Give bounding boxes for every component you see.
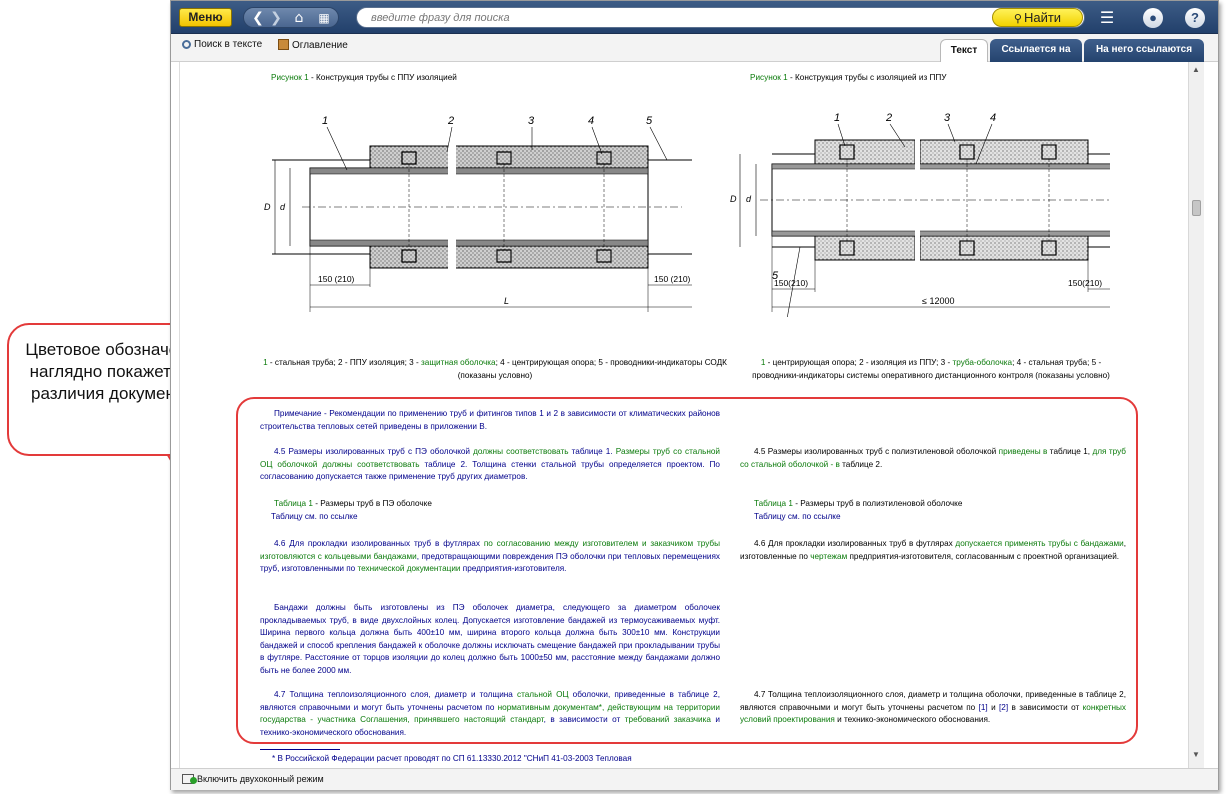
forward-icon[interactable]: ❯ <box>266 9 286 27</box>
contents-link[interactable]: Оглавление <box>278 39 348 51</box>
search-icon <box>182 40 191 49</box>
dual-window-plus-icon <box>190 777 197 784</box>
right-figure-caption: Рисунок 1 - Конструкция трубы с изоляцие… <box>750 73 947 82</box>
left-footnote: * В Российской Федерации расчет проводят… <box>272 754 632 763</box>
tab-text[interactable]: Текст <box>940 39 988 62</box>
menu-button[interactable]: Меню <box>179 8 232 27</box>
right-callout-4: 4 <box>990 112 996 124</box>
status-bar: Включить двухоконный режим <box>171 768 1218 790</box>
scroll-down-icon[interactable]: ▼ <box>1192 750 1200 759</box>
left-dim-150b: 150 (210) <box>654 274 691 284</box>
left-callout-2: 2 <box>447 115 454 127</box>
right-dim-12000: ≤ 12000 <box>922 296 954 306</box>
right-callout-1: 1 <box>834 112 840 124</box>
right-callout-3: 3 <box>944 112 951 124</box>
tab-referenced-by[interactable]: На него ссылаются <box>1084 39 1204 62</box>
help-icon[interactable]: ? <box>1185 8 1205 28</box>
magnifier-icon: ⚲ <box>1013 12 1022 25</box>
left-dim-d: d <box>280 202 286 212</box>
left-dim-150a: 150 (210) <box>318 274 355 284</box>
search-input[interactable] <box>371 11 971 25</box>
left-callout-1: 1 <box>322 115 328 127</box>
footnote-divider <box>260 749 340 750</box>
left-dim-D: D <box>264 202 271 212</box>
right-dim-150b: 150(210) <box>1068 278 1102 288</box>
book-icon <box>278 39 289 50</box>
highlight-frame <box>236 397 1138 744</box>
user-icon[interactable]: ● <box>1143 8 1163 28</box>
right-dim-D: D <box>730 194 737 204</box>
top-toolbar: Меню ❮ ❯ ⌂ ▦ ⚲Найти ☰ ● ? <box>171 1 1218 34</box>
right-legend: 1 - центрирующая опора; 2 - изоляция из … <box>752 358 1110 380</box>
back-icon[interactable]: ❮ <box>248 9 268 27</box>
search-in-text-label: Поиск в тексте <box>194 39 263 50</box>
right-callout-2: 2 <box>885 112 892 124</box>
left-figure-caption: Рисунок 1 - Конструкция трубы с ППУ изол… <box>271 73 457 82</box>
find-button[interactable]: ⚲ Найти <box>992 8 1083 27</box>
left-callout-3: 3 <box>528 115 535 127</box>
left-pipe-drawing: 1 2 3 4 5 D d 150 (210) 150 (210) L <box>264 115 692 312</box>
nav-cluster: ❮ ❯ ⌂ ▦ <box>243 7 339 28</box>
scroll-up-icon[interactable]: ▲ <box>1192 65 1200 74</box>
search-in-text-link[interactable]: Поиск в тексте <box>182 39 262 50</box>
left-callout-4: 4 <box>588 115 594 127</box>
vertical-scrollbar[interactable]: ▲ ▼ <box>1188 62 1204 768</box>
scrollbar-thumb[interactable] <box>1192 200 1201 216</box>
hamburger-icon[interactable]: ☰ <box>1096 8 1118 28</box>
left-callout-5: 5 <box>646 115 653 127</box>
grid-icon[interactable]: ▦ <box>314 9 334 27</box>
left-dim-L: L <box>504 296 509 306</box>
right-pipe-drawing: 1 2 3 4 5 D d 150(210) 150(210) ≤ 12000 <box>730 112 1110 317</box>
find-button-label: Найти <box>1023 10 1062 25</box>
contents-label: Оглавление <box>292 40 348 51</box>
search-box <box>356 7 1085 28</box>
dual-window-toggle[interactable]: Включить двухоконный режим <box>197 774 324 784</box>
left-legend: 1 - стальная труба; 2 - ППУ изоляция; 3 … <box>263 358 727 380</box>
tab-refers-to[interactable]: Ссылается на <box>990 39 1082 62</box>
right-dim-d: d <box>746 194 752 204</box>
right-dim-150a: 150(210) <box>774 278 808 288</box>
home-icon[interactable]: ⌂ <box>289 9 309 27</box>
